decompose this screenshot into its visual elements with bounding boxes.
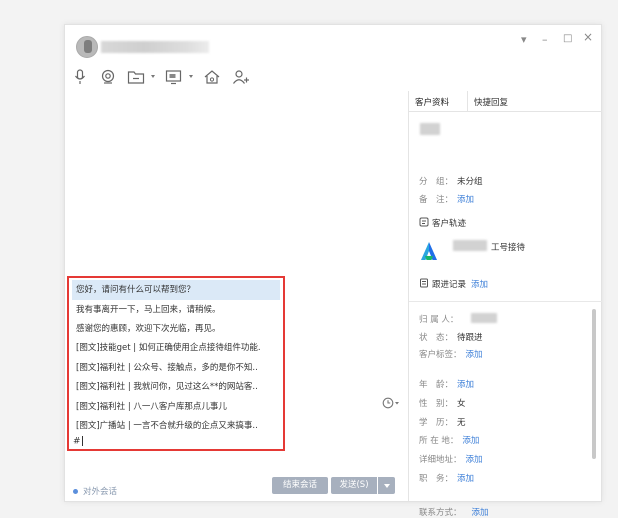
owner-value-blurred bbox=[471, 313, 497, 323]
job-add-link[interactable]: 添加 bbox=[457, 474, 474, 484]
tags-label: 客户标签： bbox=[419, 350, 462, 360]
title-bar: ▾ – □ × bbox=[65, 25, 601, 65]
note-label: 备 注： bbox=[419, 195, 454, 205]
age-label: 年 龄： bbox=[419, 380, 454, 390]
age-field: 年 龄： 添加 bbox=[419, 378, 474, 390]
screen-menu-caret-icon[interactable] bbox=[189, 75, 193, 78]
track-title-text: 客户轨迹 bbox=[432, 219, 467, 229]
video-icon[interactable] bbox=[100, 69, 116, 85]
address-field: 详细地址： 添加 bbox=[419, 453, 483, 465]
gender-field: 性 别：女 bbox=[419, 397, 466, 409]
customer-info-panel: 客户资料 快捷回复 分 组： 未分组 备 注： 添加 客户轨迹 工号接待 跟进记录添… bbox=[408, 91, 602, 518]
send-options-button[interactable] bbox=[378, 477, 395, 494]
job-field: 职 务： 添加 bbox=[419, 472, 474, 484]
panel-scrollbar[interactable] bbox=[592, 309, 596, 459]
contact-name-blurred bbox=[101, 41, 209, 53]
tab-customer-info[interactable]: 客户资料 bbox=[415, 96, 449, 108]
quick-reply-item[interactable]: [图文]福利社 | 我就问你，见过这么**的网站客.. bbox=[72, 377, 280, 397]
group-field: 分 组： 未分组 bbox=[419, 175, 483, 187]
quick-reply-item[interactable]: [图文]福利社 | 八一八客户库那点儿事儿 bbox=[72, 397, 280, 417]
message-input[interactable]: # bbox=[73, 436, 83, 447]
location-add-link[interactable]: 添加 bbox=[462, 436, 479, 446]
minimize-button[interactable]: – bbox=[542, 33, 548, 46]
tags-add-link[interactable]: 添加 bbox=[466, 350, 483, 360]
pin-icon[interactable]: ▾ bbox=[521, 33, 527, 46]
job-label: 职 务： bbox=[419, 474, 454, 484]
address-add-link[interactable]: 添加 bbox=[466, 455, 483, 465]
toolbar bbox=[65, 65, 601, 91]
status-label: 状 态： bbox=[419, 333, 454, 343]
add-user-icon[interactable] bbox=[232, 69, 250, 85]
customer-avatar-blurred bbox=[420, 123, 440, 135]
quick-reply-item[interactable]: [图文]技能get | 如何正确使用企点接待组件功能. bbox=[72, 338, 280, 358]
chevron-down-icon bbox=[384, 484, 390, 488]
gender-value: 女 bbox=[457, 399, 466, 409]
quick-reply-item[interactable]: [图文]广播站 | 一言不合就升级的企点又来搞事.. bbox=[72, 416, 280, 436]
close-button[interactable]: × bbox=[583, 30, 593, 44]
contact-field: 联系方式： 添加 bbox=[419, 506, 489, 518]
age-add-link[interactable]: 添加 bbox=[457, 380, 474, 390]
folder-menu-caret-icon[interactable] bbox=[151, 75, 155, 78]
panel-tabs: 客户资料 快捷回复 bbox=[409, 91, 602, 112]
screen-share-icon[interactable] bbox=[165, 69, 183, 85]
input-text: # bbox=[73, 436, 81, 447]
note-field: 备 注： 添加 bbox=[419, 193, 474, 205]
avatar[interactable] bbox=[76, 36, 98, 58]
external-session-label[interactable]: 对外会话 bbox=[73, 485, 117, 497]
group-label: 分 组： bbox=[419, 177, 454, 187]
folder-icon[interactable] bbox=[127, 69, 145, 85]
chat-window: ▾ – □ × 您好，请问有什么可以帮到您？ 我有事离开一下，马上回来，请稍候。… bbox=[64, 24, 602, 518]
education-field: 学 历：无 bbox=[419, 416, 466, 428]
customer-track-title: 客户轨迹 bbox=[419, 217, 466, 230]
tags-field: 客户标签： 添加 bbox=[419, 348, 483, 360]
quick-reply-item[interactable]: 感谢您的惠顾，欢迎下次光临，再见。 bbox=[72, 319, 280, 339]
qidian-logo-icon bbox=[420, 241, 438, 264]
quick-reply-item[interactable]: [图文]福利社 | 公众号、接触点，多的是你不知.. bbox=[72, 358, 280, 378]
text-cursor bbox=[81, 436, 83, 446]
clock-icon[interactable] bbox=[382, 397, 400, 412]
microphone-icon[interactable] bbox=[74, 69, 86, 85]
tab-divider bbox=[467, 91, 468, 111]
status-field: 状 态： 待跟进 bbox=[419, 331, 483, 343]
maximize-button[interactable]: □ bbox=[563, 33, 572, 44]
note-add-link[interactable]: 添加 bbox=[457, 195, 474, 205]
status-dot-icon bbox=[73, 489, 78, 494]
followup-title-text: 跟进记录 bbox=[432, 280, 467, 290]
send-button[interactable]: 发送(S) bbox=[331, 477, 377, 494]
quick-reply-popup: 您好，请问有什么可以帮到您？ 我有事离开一下，马上回来，请稍候。 感谢您的惠顾，… bbox=[67, 276, 285, 451]
address-label: 详细地址： bbox=[419, 455, 462, 465]
location-label: 所 在 地： bbox=[419, 436, 459, 446]
home-icon[interactable] bbox=[203, 69, 221, 85]
group-value: 未分组 bbox=[457, 177, 483, 187]
external-session-text: 对外会话 bbox=[83, 487, 118, 497]
followup-title: 跟进记录 添加 bbox=[419, 278, 488, 291]
agent-name-blurred bbox=[453, 240, 487, 251]
education-label: 学 历： bbox=[419, 418, 454, 428]
quick-reply-item[interactable]: 您好，请问有什么可以帮到您？ bbox=[72, 280, 280, 300]
footprint-icon bbox=[419, 217, 429, 230]
followup-add-link[interactable]: 添加 bbox=[471, 280, 488, 290]
owner-label: 归 属 人： bbox=[419, 315, 459, 325]
tab-quick-reply[interactable]: 快捷回复 bbox=[474, 96, 508, 108]
location-field: 所 在 地： 添加 bbox=[419, 434, 479, 446]
owner-field: 归 属 人： bbox=[419, 313, 458, 325]
quick-reply-item[interactable]: 我有事离开一下，马上回来，请稍候。 bbox=[72, 300, 280, 320]
section-divider bbox=[409, 301, 602, 302]
end-session-button[interactable]: 结束会话 bbox=[272, 477, 328, 494]
status-value: 待跟进 bbox=[457, 333, 483, 343]
gender-label: 性 别： bbox=[419, 399, 454, 409]
agent-label: 工号接待 bbox=[491, 243, 526, 253]
record-icon bbox=[419, 278, 429, 291]
education-value: 无 bbox=[457, 418, 466, 428]
